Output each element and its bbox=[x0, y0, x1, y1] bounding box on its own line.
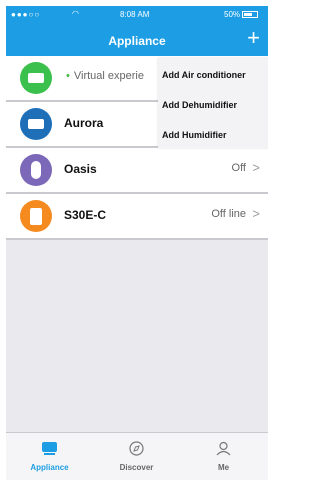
compass-icon bbox=[129, 441, 144, 456]
wifi-icon: ◠ bbox=[72, 9, 79, 18]
status-time: 8:08 AM bbox=[120, 10, 150, 19]
signal-indicator: ●●●○○ bbox=[11, 10, 41, 19]
humidifier-icon bbox=[20, 154, 52, 186]
device-row-oasis[interactable]: Oasis Off > bbox=[6, 148, 268, 194]
appliance-icon bbox=[42, 442, 57, 455]
page-title: Appliance bbox=[108, 34, 166, 48]
status-bar: ●●●○○ ◠ 8:08 AM 50% bbox=[6, 9, 268, 23]
menu-item-add-air-conditioner[interactable]: Add Air conditioner bbox=[162, 70, 246, 80]
device-subtitle: • Virtual experie bbox=[66, 70, 144, 82]
tab-label: Discover bbox=[119, 463, 154, 472]
tab-appliance[interactable]: Appliance bbox=[6, 433, 93, 480]
battery-percent: 50% bbox=[224, 10, 241, 19]
device-icon bbox=[20, 200, 52, 232]
device-name: Aurora bbox=[64, 116, 104, 130]
device-status: Off bbox=[231, 162, 246, 174]
menu-item-add-humidifier[interactable]: Add Humidifier bbox=[162, 130, 227, 140]
chevron-right-icon: > bbox=[252, 206, 260, 221]
chevron-right-icon: > bbox=[252, 160, 260, 175]
tab-me[interactable]: Me bbox=[180, 433, 267, 480]
tab-label: Appliance bbox=[30, 463, 69, 472]
plus-icon: + bbox=[247, 25, 260, 50]
menu-item-add-dehumidifier[interactable]: Add Dehumidifier bbox=[162, 100, 237, 110]
add-device-menu: Add Air conditioner Add Dehumidifier Add… bbox=[158, 58, 268, 148]
add-device-button[interactable]: + bbox=[247, 27, 260, 49]
dehumidifier-icon bbox=[20, 108, 52, 140]
battery-icon bbox=[242, 11, 258, 18]
person-icon bbox=[216, 441, 231, 456]
air-conditioner-icon bbox=[20, 62, 52, 94]
device-name: Oasis bbox=[64, 162, 97, 176]
tab-bar: Appliance Discover Me bbox=[6, 432, 268, 480]
tab-discover[interactable]: Discover bbox=[93, 433, 180, 480]
device-status: Off line bbox=[211, 208, 246, 220]
device-name: S30E-C bbox=[64, 208, 107, 222]
phone-screen: ●●●○○ ◠ 8:08 AM 50% Appliance + • Virtual… bbox=[6, 6, 268, 480]
tab-label: Me bbox=[217, 463, 230, 472]
app-header: ●●●○○ ◠ 8:08 AM 50% Appliance + bbox=[6, 6, 268, 56]
device-row-s30e-c[interactable]: S30E-C Off line > bbox=[6, 194, 268, 240]
